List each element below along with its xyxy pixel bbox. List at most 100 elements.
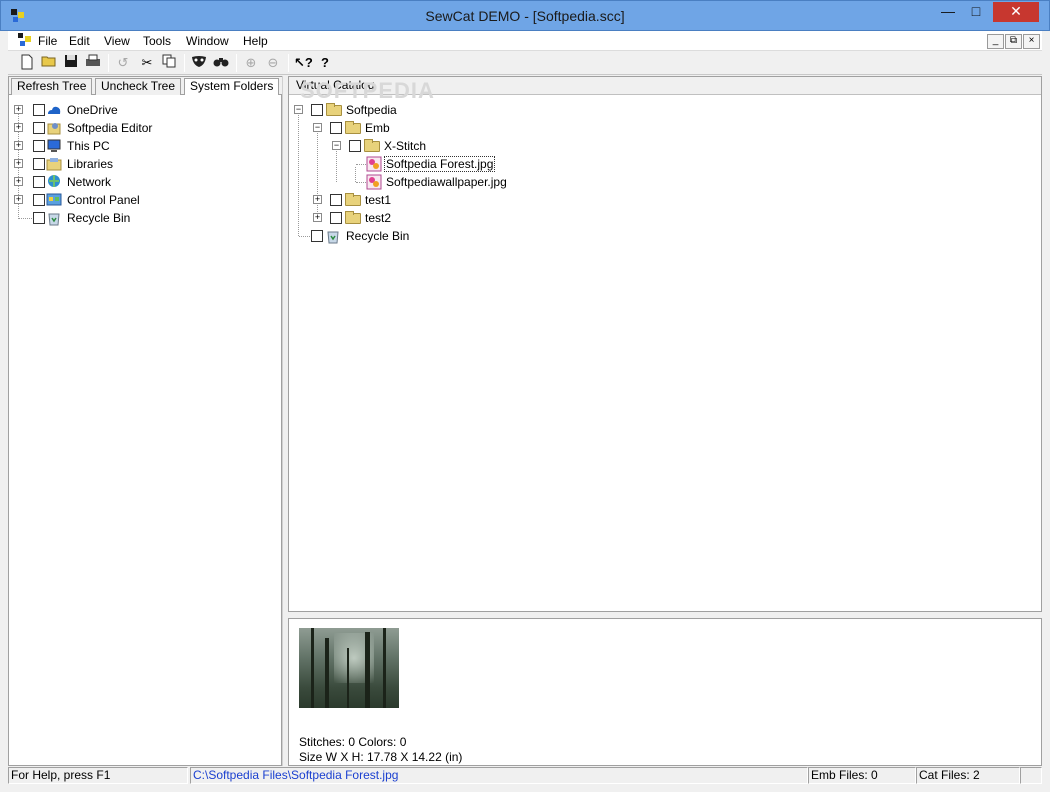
- folder-icon: [345, 211, 361, 224]
- tree-label: Control Panel: [67, 193, 140, 207]
- expand-icon[interactable]: +: [14, 123, 23, 132]
- tree-row-this-pc[interactable]: + This PC: [9, 137, 279, 155]
- status-help: For Help, press F1: [8, 767, 188, 784]
- save-icon[interactable]: [62, 54, 80, 72]
- collapse-icon[interactable]: −: [294, 105, 303, 114]
- menu-window[interactable]: Window: [186, 34, 229, 48]
- menu-bar: File Edit View Tools Window Help _ ⧉ ×: [8, 31, 1042, 51]
- tree-row-softpedia-editor[interactable]: + Softpedia Editor: [9, 119, 279, 137]
- zoom-out-icon[interactable]: ⊖: [264, 54, 282, 72]
- checkbox[interactable]: [330, 194, 342, 206]
- tree-row-control-panel[interactable]: + Control Panel: [9, 191, 279, 209]
- thumbnail-tree: [311, 628, 314, 708]
- thumbnail-tree: [383, 628, 386, 708]
- thumbnail-tree: [325, 638, 329, 708]
- tree-label: Libraries: [67, 157, 114, 171]
- context-help-icon[interactable]: ↖?: [294, 54, 313, 72]
- collapse-icon[interactable]: −: [332, 141, 341, 150]
- mdi-restore-button[interactable]: ⧉: [1005, 34, 1022, 49]
- refresh-tree-button[interactable]: Refresh Tree: [11, 78, 93, 95]
- tree-row-recycle-bin[interactable]: Recycle Bin: [9, 209, 279, 227]
- menu-edit[interactable]: Edit: [69, 34, 90, 48]
- window-title: SewCat DEMO - [Softpedia.scc]: [425, 8, 625, 24]
- status-cat-files: Cat Files: 2: [916, 767, 1020, 784]
- checkbox[interactable]: [33, 212, 45, 224]
- catalog-row-x-stitch[interactable]: − X-Stitch: [289, 137, 589, 155]
- folder-icon: [345, 121, 361, 134]
- menu-help[interactable]: Help: [243, 34, 268, 48]
- left-tabs: Refresh Tree Uncheck Tree System Folders: [9, 77, 283, 95]
- catalog-row-softpedia-forest[interactable]: Softpedia Forest.jpg: [289, 155, 589, 173]
- preview-pane: Stitches: 0 Colors: 0 Size W X H: 17.78 …: [288, 618, 1042, 766]
- expand-icon[interactable]: +: [14, 159, 23, 168]
- tab-system-folders[interactable]: System Folders: [184, 78, 280, 95]
- open-folder-icon[interactable]: [40, 54, 58, 72]
- tree-label: This PC: [67, 139, 110, 153]
- document-system-menu-icon[interactable]: [18, 33, 32, 47]
- collapse-icon[interactable]: −: [313, 123, 322, 132]
- maximize-button[interactable]: □: [963, 2, 989, 22]
- checkbox[interactable]: [33, 158, 45, 170]
- tree-label: Softpedia Forest.jpg: [383, 156, 496, 172]
- tree-row-onedrive[interactable]: + OneDrive: [9, 101, 279, 119]
- checkbox[interactable]: [33, 122, 45, 134]
- print-icon[interactable]: [84, 54, 102, 72]
- title-bar: SewCat DEMO - [Softpedia.scc] — □ ✕: [0, 0, 1050, 31]
- folder-icon: [326, 103, 342, 116]
- checkbox[interactable]: [330, 122, 342, 134]
- toolbar-separator: [288, 54, 289, 72]
- checkbox[interactable]: [33, 140, 45, 152]
- cut-icon[interactable]: ✂: [138, 54, 156, 72]
- expand-icon[interactable]: +: [14, 141, 23, 150]
- tree-label: Softpedia Editor: [67, 121, 153, 135]
- tree-line: [299, 236, 310, 237]
- tree-row-network[interactable]: + Network: [9, 173, 279, 191]
- stitches-colors-info: Stitches: 0 Colors: 0: [299, 735, 407, 749]
- menu-tools[interactable]: Tools: [143, 34, 171, 48]
- mdi-minimize-button[interactable]: _: [987, 34, 1004, 49]
- checkbox[interactable]: [311, 104, 323, 116]
- expand-icon[interactable]: +: [313, 213, 322, 222]
- mask-icon[interactable]: [190, 54, 208, 72]
- expand-icon[interactable]: +: [14, 195, 23, 204]
- libraries-icon: [46, 158, 62, 171]
- zoom-in-icon[interactable]: ⊕: [242, 54, 260, 72]
- tree-label: X-Stitch: [384, 139, 427, 153]
- catalog-row-test1[interactable]: + test1: [289, 191, 589, 209]
- checkbox[interactable]: [311, 230, 323, 242]
- checkbox[interactable]: [349, 140, 361, 152]
- new-icon[interactable]: [18, 54, 36, 72]
- expand-icon[interactable]: +: [14, 177, 23, 186]
- menu-file[interactable]: File: [38, 34, 57, 48]
- minimize-button[interactable]: —: [935, 2, 961, 22]
- tree-label: OneDrive: [67, 103, 118, 117]
- undo-icon[interactable]: ↺: [114, 54, 132, 72]
- tree-label: Recycle Bin: [67, 211, 131, 225]
- expand-icon[interactable]: +: [313, 195, 322, 204]
- checkbox[interactable]: [33, 176, 45, 188]
- catalog-row-test2[interactable]: + test2: [289, 209, 589, 227]
- tree-label: Recycle Bin: [346, 229, 410, 243]
- folder-icon: [364, 139, 380, 152]
- catalog-row-emb[interactable]: − Emb: [289, 119, 589, 137]
- mdi-close-button[interactable]: ×: [1023, 34, 1040, 49]
- close-button[interactable]: ✕: [993, 2, 1039, 22]
- toolbar-separator: [108, 54, 109, 72]
- computer-icon: [47, 139, 61, 152]
- tree-label: Network: [67, 175, 112, 189]
- catalog-row-softpediawallpaper[interactable]: Softpediawallpaper.jpg: [289, 173, 589, 191]
- size-grip[interactable]: [1020, 767, 1042, 784]
- checkbox[interactable]: [33, 104, 45, 116]
- binoculars-icon[interactable]: [212, 54, 230, 72]
- help-icon[interactable]: ?: [316, 54, 334, 72]
- checkbox[interactable]: [330, 212, 342, 224]
- checkbox[interactable]: [33, 194, 45, 206]
- copy-icon[interactable]: [160, 54, 178, 72]
- menu-view[interactable]: View: [104, 34, 130, 48]
- catalog-row-recycle-bin[interactable]: Recycle Bin: [289, 227, 589, 245]
- uncheck-tree-button[interactable]: Uncheck Tree: [95, 78, 182, 95]
- tree-row-libraries[interactable]: + Libraries: [9, 155, 279, 173]
- user-folder-icon: [47, 123, 61, 135]
- expand-icon[interactable]: +: [14, 105, 23, 114]
- virtual-catalog-pane: Virtual Catalog − Softpedia − Emb − X-St…: [288, 76, 1042, 612]
